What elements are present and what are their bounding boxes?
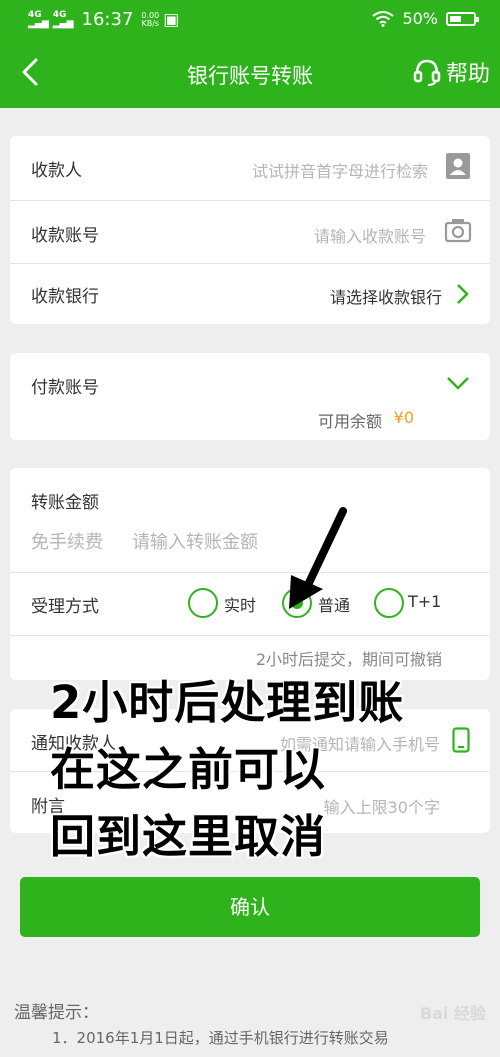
radio-icon: [374, 588, 404, 618]
annotation-line-3: 回到这里取消: [50, 810, 327, 863]
bank-select[interactable]: 请选择收款银行: [330, 284, 442, 308]
payee-input[interactable]: 试试拼音首字母进行检索: [252, 158, 428, 182]
account-row[interactable]: 收款账号 请输入收款账号: [10, 201, 490, 263]
divider: [10, 572, 490, 573]
tips-item: 1．2016年1月1日起，通过手机银行进行转账交易: [52, 1029, 389, 1047]
chevron-right-icon: [457, 284, 469, 304]
payee-row[interactable]: 收款人 试试拼音首字母进行检索: [10, 136, 490, 200]
battery-percent: 50%: [402, 9, 438, 28]
amount-card: 转账金额 免手续费 请输入转账金额 受理方式 实时 普通 T+1 2小时后提交，…: [10, 468, 490, 680]
amount-label: 转账金额: [31, 493, 99, 513]
watermark-logo: Bai 经验: [419, 1004, 486, 1023]
help-label: 帮助: [445, 62, 490, 87]
status-bar: 4G ▂▄▆ 4G ▂▄▆ 16:37 0.00 KB/s ▣ 50%: [0, 0, 500, 38]
amount-input[interactable]: 请输入转账金额: [132, 528, 258, 554]
payee-label: 收款人: [31, 161, 82, 181]
divider: [10, 635, 490, 636]
battery-icon: [446, 11, 479, 26]
help-button[interactable]: 帮助: [412, 56, 490, 88]
mode-option-label: 实时: [224, 596, 257, 615]
chevron-down-icon[interactable]: [446, 375, 470, 391]
bank-label: 收款银行: [31, 287, 99, 307]
mode-label: 受理方式: [31, 597, 99, 617]
pay-account-card[interactable]: 付款账号 可用余额 ¥0: [10, 353, 490, 440]
sim-icon: ▣: [163, 9, 180, 30]
camera-icon[interactable]: [444, 217, 472, 243]
network-speed: 0.00 KB/s: [141, 10, 160, 28]
mode-option-realtime[interactable]: 实时: [188, 586, 278, 620]
account-label: 收款账号: [31, 226, 99, 246]
annotation-line-2: 在这之前可以: [50, 743, 327, 796]
wifi-icon: [372, 10, 395, 27]
status-time: 16:37: [81, 9, 134, 30]
phone-icon[interactable]: [452, 727, 470, 753]
note-input[interactable]: 输入上限30个字: [324, 794, 440, 818]
bank-row[interactable]: 收款银行 请选择收款银行: [10, 264, 490, 324]
pay-account-label: 付款账号: [31, 378, 99, 398]
balance-value: ¥0: [393, 408, 414, 427]
headset-icon: [413, 59, 441, 86]
annotation-line-1: 2小时后处理到账: [50, 676, 405, 729]
confirm-button[interactable]: 确认: [20, 877, 480, 937]
app-header: 银行账号转账 帮助: [0, 38, 500, 108]
tips-title: 温馨提示：: [14, 1003, 99, 1023]
payee-card: 收款人 试试拼音首字母进行检索 收款账号 请输入收款账号 收款银行 请选择收款银…: [10, 136, 490, 324]
contacts-icon[interactable]: [444, 152, 472, 180]
balance-label: 可用余额: [317, 412, 382, 431]
fee-note: 免手续费: [31, 532, 103, 553]
mode-option-label: T+1: [408, 592, 442, 611]
mode-option-t1[interactable]: T+1: [374, 586, 464, 620]
radio-icon: [188, 588, 218, 618]
account-input[interactable]: 请输入收款账号: [314, 223, 426, 247]
signal-icon: 4G ▂▄▆: [28, 9, 49, 29]
signal-icon-2: 4G ▂▄▆: [52, 9, 74, 29]
arrow-annotation: [289, 507, 347, 609]
